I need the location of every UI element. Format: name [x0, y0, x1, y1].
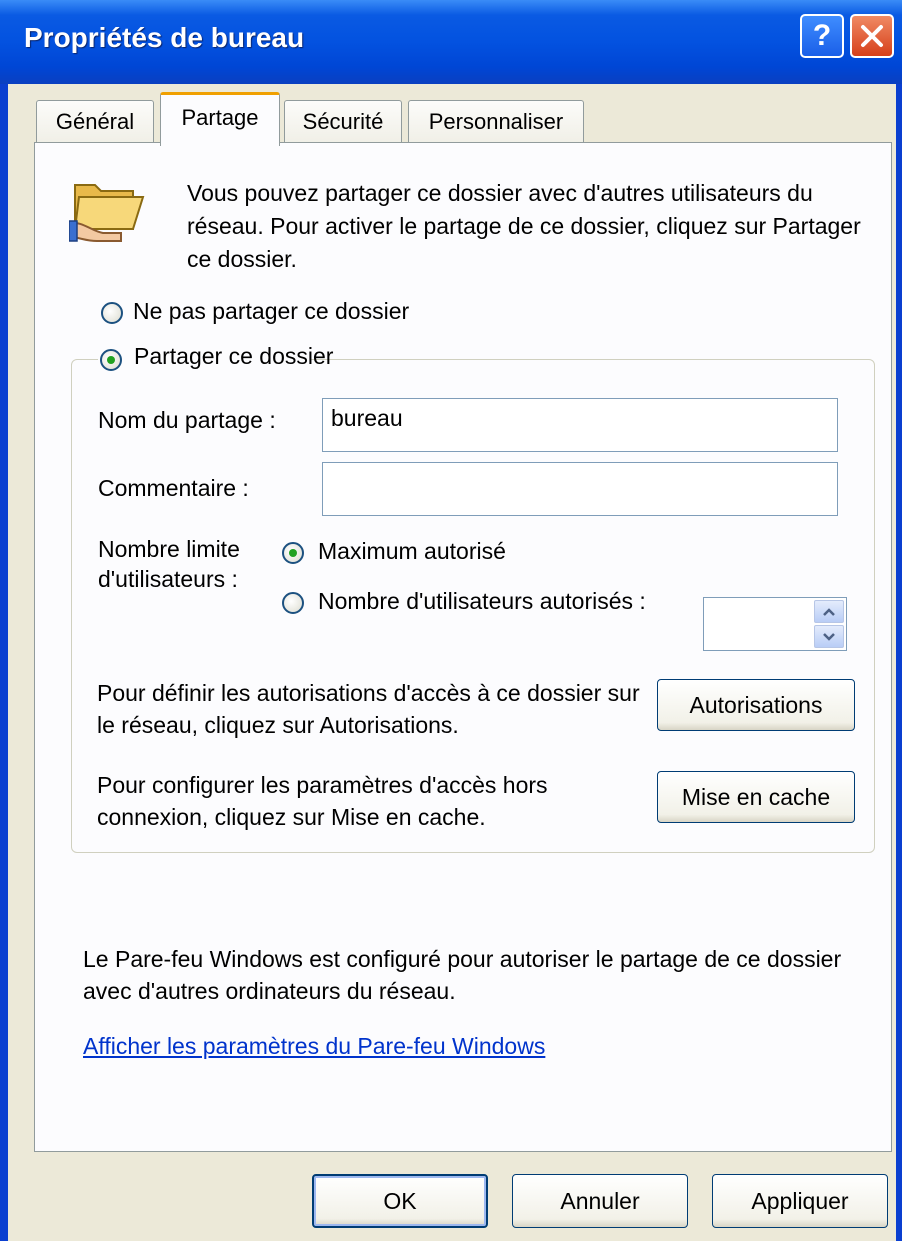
cache-button[interactable]: Mise en cache: [657, 771, 855, 823]
tab-partage-label: Partage: [181, 105, 259, 130]
radio-share-label[interactable]: Partager ce dossier: [134, 343, 333, 369]
apply-button[interactable]: Appliquer: [712, 1174, 888, 1228]
tab-securite[interactable]: Sécurité: [284, 100, 402, 144]
user-limit-label-line1: Nombre limite: [98, 536, 240, 562]
radio-user-count[interactable]: [282, 592, 304, 614]
permissions-text: Pour définir les autorisations d'accès à…: [97, 680, 640, 738]
tab-personnaliser[interactable]: Personnaliser: [408, 100, 584, 144]
spin-down-button[interactable]: [814, 625, 844, 648]
comment-label: Commentaire :: [98, 475, 249, 501]
firewall-text: Le Pare-feu Windows est configuré pour a…: [83, 946, 842, 1004]
help-button[interactable]: ?: [800, 14, 844, 58]
permissions-button[interactable]: Autorisations: [657, 679, 855, 731]
radio-max-users-dot: [289, 549, 297, 557]
radio-user-count-label[interactable]: Nombre d'utilisateurs autorisés :: [318, 588, 646, 615]
comment-input[interactable]: [322, 462, 838, 516]
title-bar[interactable]: Propriétés de bureau ?: [0, 0, 902, 84]
share-name-input[interactable]: bureau: [322, 398, 838, 452]
ok-button[interactable]: OK: [312, 1174, 488, 1228]
radio-max-users[interactable]: [282, 542, 304, 564]
properties-dialog: Propriétés de bureau ? Général Partage S…: [0, 0, 902, 1241]
radio-no-share-label[interactable]: Ne pas partager ce dossier: [133, 298, 409, 325]
tab-general[interactable]: Général: [36, 100, 154, 144]
window-title: Propriétés de bureau: [24, 22, 305, 53]
cache-text: Pour configurer les paramètres d'accès h…: [97, 772, 548, 830]
radio-max-users-label[interactable]: Maximum autorisé: [318, 538, 506, 565]
radio-share[interactable]: [100, 349, 122, 371]
radio-share-dot: [107, 356, 115, 364]
tab-securite-label: Sécurité: [302, 109, 384, 134]
tab-strip: Général Partage Sécurité Personnaliser: [8, 92, 888, 146]
user-limit-label-line2: d'utilisateurs :: [98, 566, 238, 592]
share-group-legend: Partager ce dossier: [98, 343, 333, 377]
tab-partage[interactable]: Partage: [160, 92, 280, 146]
cancel-button[interactable]: Annuler: [512, 1174, 688, 1228]
tab-personnaliser-label: Personnaliser: [428, 109, 564, 134]
radio-no-share[interactable]: [101, 302, 123, 324]
firewall-settings-link[interactable]: Afficher les paramètres du Pare-feu Wind…: [83, 1033, 545, 1060]
chevron-up-icon: [823, 607, 835, 616]
close-icon: [861, 25, 883, 47]
chevron-down-icon: [823, 632, 835, 641]
sharing-panel: Vous pouvez partager ce dossier avec d'a…: [34, 142, 892, 1152]
tab-general-label: Général: [55, 109, 135, 134]
share-name-label: Nom du partage :: [98, 407, 276, 433]
help-icon: ?: [812, 19, 832, 52]
close-button[interactable]: [850, 14, 894, 58]
shared-folder-icon: [69, 184, 145, 242]
user-count-spinner[interactable]: [703, 597, 847, 651]
spin-up-button[interactable]: [814, 600, 844, 623]
intro-text: Vous pouvez partager ce dossier avec d'a…: [187, 180, 861, 272]
